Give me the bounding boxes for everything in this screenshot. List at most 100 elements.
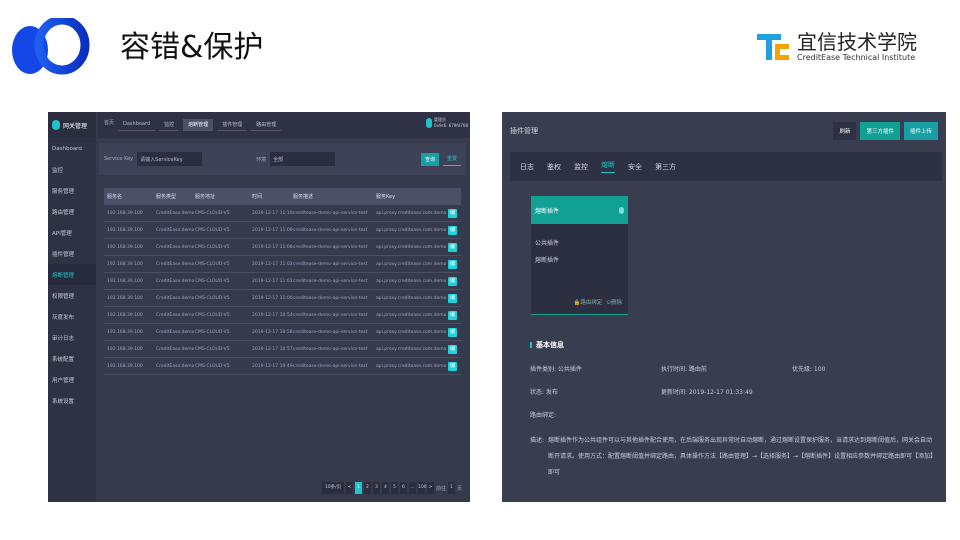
edit-icon[interactable]: 编 [448,361,457,371]
sidebar: 网关管理 Dashboard 监控 服务管理 路由管理 API管理 插件管理 熔断管理 权限管… [48,112,96,502]
plugin-type: 插件类别: 公共插件 [530,366,582,373]
page-button[interactable]: < [345,482,353,494]
page-button[interactable]: ... [408,482,416,494]
slide-logo-icon [12,18,90,75]
sidebar-item[interactable]: 熔断管理 [48,264,96,285]
filter-label-servicekey: Service Key [104,156,134,162]
env-select[interactable]: 全部 [270,152,336,166]
user-avatar-icon [426,117,433,128]
sidebar-item[interactable]: 服务管理 [48,180,96,201]
brand-en: CreditEase Technical Institute [797,52,916,62]
plugin-card[interactable]: 熔断插件 公共插件 熔断插件 🔒路由绑定 ⊙删除 [531,196,628,315]
third-party-plugin-button[interactable]: 第三方插件 [860,122,900,140]
home-link[interactable]: 首页 [104,119,114,131]
table-cell: 2019-12-17 10:49 [252,363,293,369]
sidebar-item[interactable]: 用户管理 [48,369,96,390]
upload-plugin-button[interactable]: 插件上传 [903,122,938,140]
page-button[interactable]: > [426,482,434,494]
brand-cn: 宜信技术学院 [797,29,917,54]
sidebar-item[interactable]: 插件管理 [48,243,96,264]
goto-input[interactable]: 1 [447,482,455,494]
sidebar-item[interactable]: 权限管理 [48,285,96,306]
table-cell: CreditEase.demo [156,261,195,267]
user-id: 0x9c6..679fd708 [434,123,468,128]
edit-icon[interactable]: 编 [448,293,457,303]
section-heading: 基本信息 [536,341,564,349]
table-cell: 192.168.39.100 [107,261,143,267]
sidebar-item[interactable]: 监控 [48,159,96,180]
edit-icon[interactable]: 编 [448,276,457,286]
page-button[interactable]: 1 [354,482,362,494]
table-cell: api.proxy.creditease.com.demo [376,329,447,335]
page-button[interactable]: 6 [399,482,407,494]
plugin-card-item: 公共插件 [535,240,560,247]
tab-4[interactable]: 安全 [628,162,642,172]
edit-icon[interactable]: 编 [448,259,457,269]
table-row: 192.168.39.100 CreditEase.demo CMS-CLOUD-V… [104,307,461,324]
section-marker-icon [530,342,532,348]
table-cell: CMS-CLOUD-V5 [195,244,230,250]
table-cell: 192.168.39.100 [107,278,143,284]
table-cell: CreditEase.demo [156,312,195,318]
delete-link[interactable]: ⊙删除 [606,298,622,306]
edit-icon[interactable]: 编 [448,327,457,337]
page-button[interactable]: 3 [372,482,380,494]
page-button[interactable]: 5 [390,482,398,494]
sidebar-item[interactable]: 系统配置 [48,348,96,369]
sidebar-item[interactable]: 系统设置 [48,390,96,411]
sidebar-item[interactable]: Dashboard [48,138,96,159]
app-name: 网关管理 [63,122,88,130]
table-cell: CreditEase.demo [156,210,195,216]
tab-0[interactable]: 日志 [520,162,534,172]
sidebar-item[interactable]: 路由管理 [48,201,96,222]
tab-2[interactable]: 监控 [574,162,588,172]
slide-title: 容错&保护 [120,30,264,65]
edit-icon[interactable]: 编 [448,208,457,218]
table-cell: creditease-demo-api-service-test [293,244,368,250]
page-button[interactable]: 2 [363,482,371,494]
reset-button[interactable]: 重置 [442,152,461,166]
table-cell: creditease-demo-api-service-test [293,329,368,335]
table-cell: 2019-12-17 11:00 [252,295,293,301]
tab-3[interactable]: 熔断 [601,160,615,173]
page-button[interactable]: 4 [381,482,389,494]
search-button[interactable]: 查询 [420,152,439,166]
page-header: 插件管理 刷新 第三方插件 插件上传 [502,112,946,150]
table-cell: CMS-CLOUD-V5 [195,210,230,216]
page-button[interactable]: 100 [417,482,427,494]
table-cell: creditease-demo-api-service-test [293,295,368,301]
breadcrumb-tab[interactable]: 插件管理 [217,119,248,131]
refresh-button[interactable]: 刷新 [833,122,857,140]
tab-5[interactable]: 第三方 [655,162,676,172]
breadcrumb-tab[interactable]: 路由管理 [251,119,282,131]
table-cell: api.proxy.creditease.com.demo [376,363,447,369]
filter-panel: Service Key 请输入ServiceKey 环境 全部 查询 重置 [99,143,466,175]
goto-label: 前往 [435,485,446,492]
servicekey-input[interactable]: 请输入ServiceKey [137,152,203,166]
breadcrumb-tab[interactable]: 熔断管理 [183,119,214,131]
breadcrumb-tab[interactable]: 监控 [159,119,180,131]
basic-info: 基本信息 插件类别: 公共插件 执行时间: 路由前 优先级: 100 状态: 发布 更… [530,340,938,481]
user-info[interactable]: 管理员 0x9c6..679fd708 [426,117,468,128]
table-cell: 192.168.39.100 [107,329,143,335]
table-cell: CreditEase.demo [156,346,195,352]
sidebar-item[interactable]: 审计日志 [48,327,96,348]
plugin-card-title: 熔断插件 [535,207,560,215]
plugin-card-item: 熔断插件 [535,257,560,264]
sidebar-item[interactable]: API管理 [48,222,96,243]
route-bind-link[interactable]: 🔒路由绑定 [574,298,603,306]
table-row: 192.168.39.100 CreditEase.demo CMS-CLOUD-V… [104,341,461,358]
edit-icon[interactable]: 编 [448,344,457,354]
table-cell: 2019-12-17 10:57 [252,346,293,352]
toggle-icon[interactable] [619,206,624,214]
tab-1[interactable]: 鉴权 [547,162,561,172]
page-size-select[interactable]: 10条/页 [321,482,344,494]
table-cell: CreditEase.demo [156,329,195,335]
sidebar-item[interactable]: 灰度发布 [48,306,96,327]
breadcrumb-tab[interactable]: Dashboard [118,119,156,131]
edit-icon[interactable]: 编 [448,242,457,252]
edit-icon[interactable]: 编 [448,225,457,235]
table-cell: api.proxy.creditease.com.demo [376,244,447,250]
table-cell: CMS-CLOUD-V5 [195,312,230,318]
edit-icon[interactable]: 编 [448,310,457,320]
